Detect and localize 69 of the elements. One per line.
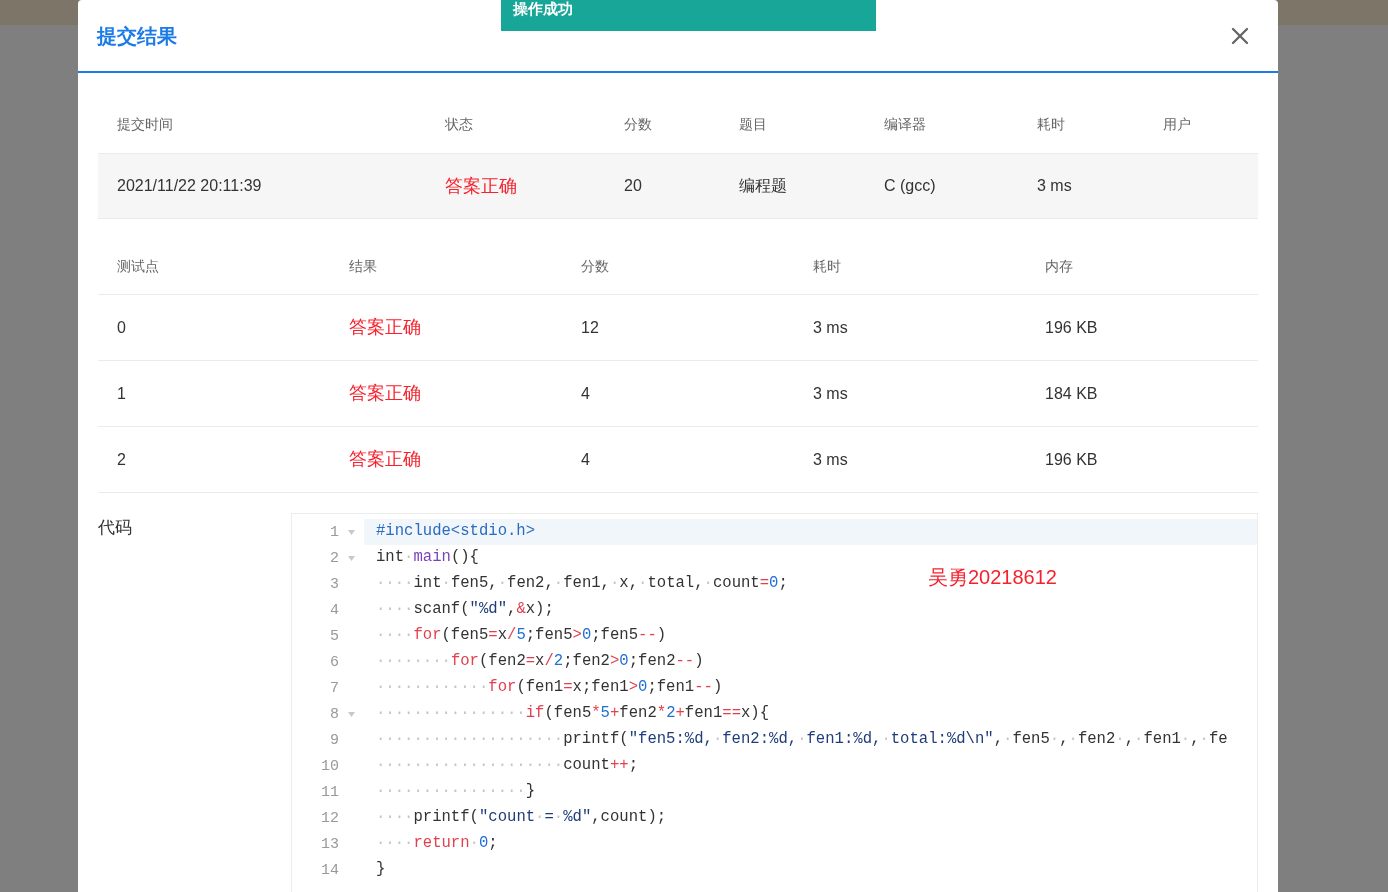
column-header: 用户 <box>1163 116 1191 132</box>
fold-caret-icon[interactable] <box>348 711 355 717</box>
table-cell: 答案正确 <box>349 449 421 469</box>
column-header: 耗时 <box>813 257 841 274</box>
fold-caret-icon[interactable] <box>348 555 355 561</box>
code-line: ················if(fen5*5+fen2*2+fen1==x){ <box>376 703 770 725</box>
table-cell: 3 ms <box>1037 177 1072 194</box>
line-number: 1 <box>330 524 339 542</box>
line-number: 9 <box>330 732 339 750</box>
line-number: 2 <box>330 550 339 568</box>
table-cell: 196 KB <box>1045 318 1098 336</box>
column-header: 状态 <box>445 116 473 132</box>
line-number: 12 <box>321 810 339 828</box>
code-line: ····return·0; <box>376 833 498 855</box>
line-number: 11 <box>321 784 339 802</box>
table-cell: 编程题 <box>739 177 787 194</box>
column-header: 测试点 <box>117 257 159 274</box>
fold-caret-icon[interactable] <box>348 529 355 535</box>
code-line: int·main(){ <box>376 547 479 569</box>
column-header: 编译器 <box>884 116 926 132</box>
success-toast: 操作成功 <box>501 0 876 31</box>
code-line: ····················count++; <box>376 755 639 777</box>
line-number: 14 <box>321 862 339 880</box>
code-line: ····int·fen5,·fen2,·fen1,·x,·total,·count=0; <box>376 573 788 595</box>
line-number: 6 <box>330 654 339 672</box>
line-number: 7 <box>330 680 339 698</box>
code-line: ········for(fen2=x/2;fen2>0;fen2--) <box>376 651 704 673</box>
code-line: ············for(fen1=x;fen1>0;fen1--) <box>376 677 723 699</box>
table-cell: 答案正确 <box>349 317 421 337</box>
code-line: } <box>376 859 386 881</box>
column-header: 内存 <box>1045 257 1073 274</box>
table-cell: 20 <box>624 177 642 194</box>
annotation-text: 吴勇20218612 <box>928 565 1057 590</box>
table-cell: 2021/11/22 20:11:39 <box>117 177 262 194</box>
table-cell: 184 KB <box>1045 384 1098 402</box>
table-cell: 2 <box>117 450 126 468</box>
code-line: ····scanf("%d",&x); <box>376 599 554 621</box>
column-header: 分数 <box>581 257 609 274</box>
line-number: 5 <box>330 628 339 646</box>
code-label: 代码 <box>98 518 132 537</box>
table-cell: C (gcc) <box>884 177 936 194</box>
table-cell: 0 <box>117 318 126 336</box>
line-number: 4 <box>330 602 339 620</box>
column-header: 分数 <box>624 116 652 132</box>
code-line: ····for(fen5=x/5;fen5>0;fen5--) <box>376 625 667 647</box>
line-number: 8 <box>330 706 339 724</box>
table-cell: 4 <box>581 450 590 468</box>
table-cell: 196 KB <box>1045 450 1098 468</box>
table-cell: 3 ms <box>813 384 848 402</box>
table-cell: 12 <box>581 318 599 336</box>
code-line: ····················printf("fen5:%d,·fen2:%d,·fen1:%d,·total:%d\n",·fen5·,·fen2·,·fen1·,·fe <box>376 729 1228 751</box>
table-cell: 答案正确 <box>445 175 517 196</box>
line-number: 3 <box>330 576 339 594</box>
column-header: 提交时间 <box>117 116 173 132</box>
table-cell: 1 <box>117 384 126 402</box>
code-line: ················} <box>376 781 536 803</box>
code-line: ····printf("count·=·%d",count); <box>376 807 667 829</box>
code-editor[interactable] <box>291 513 1258 892</box>
table-cell: 3 ms <box>813 318 848 336</box>
column-header: 题目 <box>739 116 767 132</box>
table-cell: 答案正确 <box>349 383 421 403</box>
table-cell: 4 <box>581 384 590 402</box>
code-line: #include<stdio.h> <box>376 521 536 543</box>
table-cell: 3 ms <box>813 450 848 468</box>
column-header: 结果 <box>349 257 377 274</box>
line-number: 13 <box>321 836 339 854</box>
column-header: 耗时 <box>1037 116 1065 132</box>
dialog-title: 提交结果 <box>97 23 177 49</box>
line-number: 10 <box>321 758 339 776</box>
